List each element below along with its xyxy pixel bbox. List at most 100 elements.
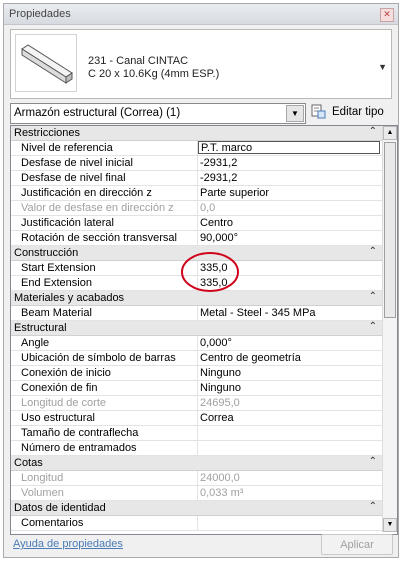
property-value[interactable]: 90,000° [200,232,380,244]
property-value: 24695,0 [200,397,240,409]
property-value[interactable]: Ninguno [200,367,380,379]
property-name: Número de entramados [21,442,137,454]
collapse-icon[interactable]: ⌃ [369,456,377,467]
property-name: Comentarios [21,517,84,529]
property-value-field[interactable]: P.T. marco [198,141,380,154]
property-value[interactable]: Metal - Steel - 345 MPa [200,307,380,319]
property-row: Valor de desfase en dirección z 0,0 [11,201,383,216]
property-name: Nivel de referencia [21,142,113,154]
close-icon[interactable]: ✕ [380,8,394,22]
property-row[interactable]: Justificación lateral Centro [11,216,383,231]
apply-button[interactable]: Aplicar [321,534,393,555]
property-row[interactable]: Start Extension 335,0 [11,261,383,276]
property-value[interactable]: Correa [200,412,380,424]
column-divider [197,156,198,171]
section-label: Datos de identidad [14,502,106,514]
column-divider [197,201,198,216]
section-estructural[interactable]: Estructural ⌃ [11,321,383,336]
column-divider [197,336,198,351]
section-label: Materiales y acabados [14,292,125,304]
type-family-label: 231 - Canal CINTAC [88,55,189,67]
property-row[interactable]: End Extension 335,0 [11,276,383,291]
property-value[interactable]: Parte superior [200,187,380,199]
property-name: Longitud [21,472,64,484]
section-label: Estructural [14,322,67,334]
property-value[interactable]: 0,000° [200,337,380,349]
property-row[interactable]: Angle 0,000° [11,336,383,351]
help-link[interactable]: Ayuda de propiedades [13,538,123,550]
type-name: 231 - Canal CINTAC C 20 x 10.6Kg (4mm ES… [88,55,219,81]
column-divider [197,261,198,276]
section-label: Construcción [14,247,79,259]
type-size-label: C 20 x 10.6Kg (4mm ESP.) [88,68,220,80]
scroll-up-icon[interactable]: ▲ [383,126,397,140]
property-row[interactable]: Nivel de referencia P.T. marco [11,141,383,156]
property-value[interactable]: -2931,2 [200,157,380,169]
property-row[interactable]: Rotación de sección transversal 90,000° [11,231,383,246]
title-bar[interactable]: Propiedades ✕ [4,4,398,25]
property-value[interactable]: Ninguno [200,382,380,394]
edit-type-label: Editar tipo [332,106,384,118]
property-row[interactable]: Uso estructural Correa [11,411,383,426]
column-divider [197,516,198,531]
column-divider [197,381,198,396]
column-divider [197,351,198,366]
section-construccion[interactable]: Construcción ⌃ [11,246,383,261]
section-identidad[interactable]: Datos de identidad ⌃ [11,501,383,516]
property-name: Longitud de corte [21,397,107,409]
property-row[interactable]: Desfase de nivel final -2931,2 [11,171,383,186]
property-row: Longitud de corte 24695,0 [11,396,383,411]
edit-type-button[interactable]: Editar tipo [311,103,391,122]
property-row[interactable]: Conexión de fin Ninguno [11,381,383,396]
column-divider [197,186,198,201]
property-name: Valor de desfase en dirección z [21,202,174,214]
property-name: Uso estructural [21,412,95,424]
property-name: Volumen [21,487,64,499]
type-selector[interactable]: 231 - Canal CINTAC C 20 x 10.6Kg (4mm ES… [10,29,392,99]
scroll-down-icon[interactable]: ▼ [383,518,397,532]
column-divider [197,486,198,501]
column-divider [197,396,198,411]
property-row[interactable]: Tamaño de contraflecha [11,426,383,441]
property-row[interactable]: Comentarios [11,516,383,531]
collapse-icon[interactable]: ⌃ [369,501,377,512]
property-value: 24000,0 [200,472,240,484]
column-divider [197,306,198,321]
column-divider [197,471,198,486]
property-value[interactable]: -2931,2 [200,172,380,184]
scrollbar-thumb[interactable] [384,142,396,318]
property-name: Conexión de fin [21,382,98,394]
property-value[interactable]: 335,0 [200,277,380,289]
property-value: 0,033 m³ [200,487,244,499]
section-restricciones[interactable]: Restricciones ⌃ [11,126,383,141]
property-row: Volumen 0,033 m³ [11,486,383,501]
collapse-icon[interactable]: ⌃ [369,126,377,137]
collapse-icon[interactable]: ⌃ [369,321,377,332]
column-divider [197,426,198,441]
column-divider [197,231,198,246]
property-row[interactable]: Justificación en dirección z Parte super… [11,186,383,201]
section-label: Cotas [14,457,43,469]
collapse-icon[interactable]: ⌃ [369,246,377,257]
property-row[interactable]: Número de entramados [11,441,383,456]
column-divider [197,366,198,381]
property-value[interactable]: Centro de geometría [200,352,380,364]
vertical-scrollbar[interactable]: ▲ ▼ [382,126,397,532]
property-row[interactable]: Desfase de nivel inicial -2931,2 [11,156,383,171]
property-name: Desfase de nivel final [21,172,126,184]
collapse-icon[interactable]: ⌃ [369,291,377,302]
property-name: End Extension [21,277,92,289]
property-row[interactable]: Beam Material Metal - Steel - 345 MPa [11,306,383,321]
property-value[interactable]: 335,0 [200,262,380,274]
property-row[interactable]: Ubicación de símbolo de barras Centro de… [11,351,383,366]
instance-filter-dropdown[interactable]: Armazón estructural (Correa) (1) ▼ [10,103,306,124]
property-name: Tamaño de contraflecha [21,427,139,439]
section-cotas[interactable]: Cotas ⌃ [11,456,383,471]
property-name: Angle [21,337,50,349]
property-value[interactable]: Centro [200,217,380,229]
chevron-down-icon[interactable]: ▼ [286,105,304,122]
chevron-down-icon[interactable]: ▼ [378,62,387,72]
property-row[interactable]: Conexión de inicio Ninguno [11,366,383,381]
column-divider [197,411,198,426]
section-materiales[interactable]: Materiales y acabados ⌃ [11,291,383,306]
